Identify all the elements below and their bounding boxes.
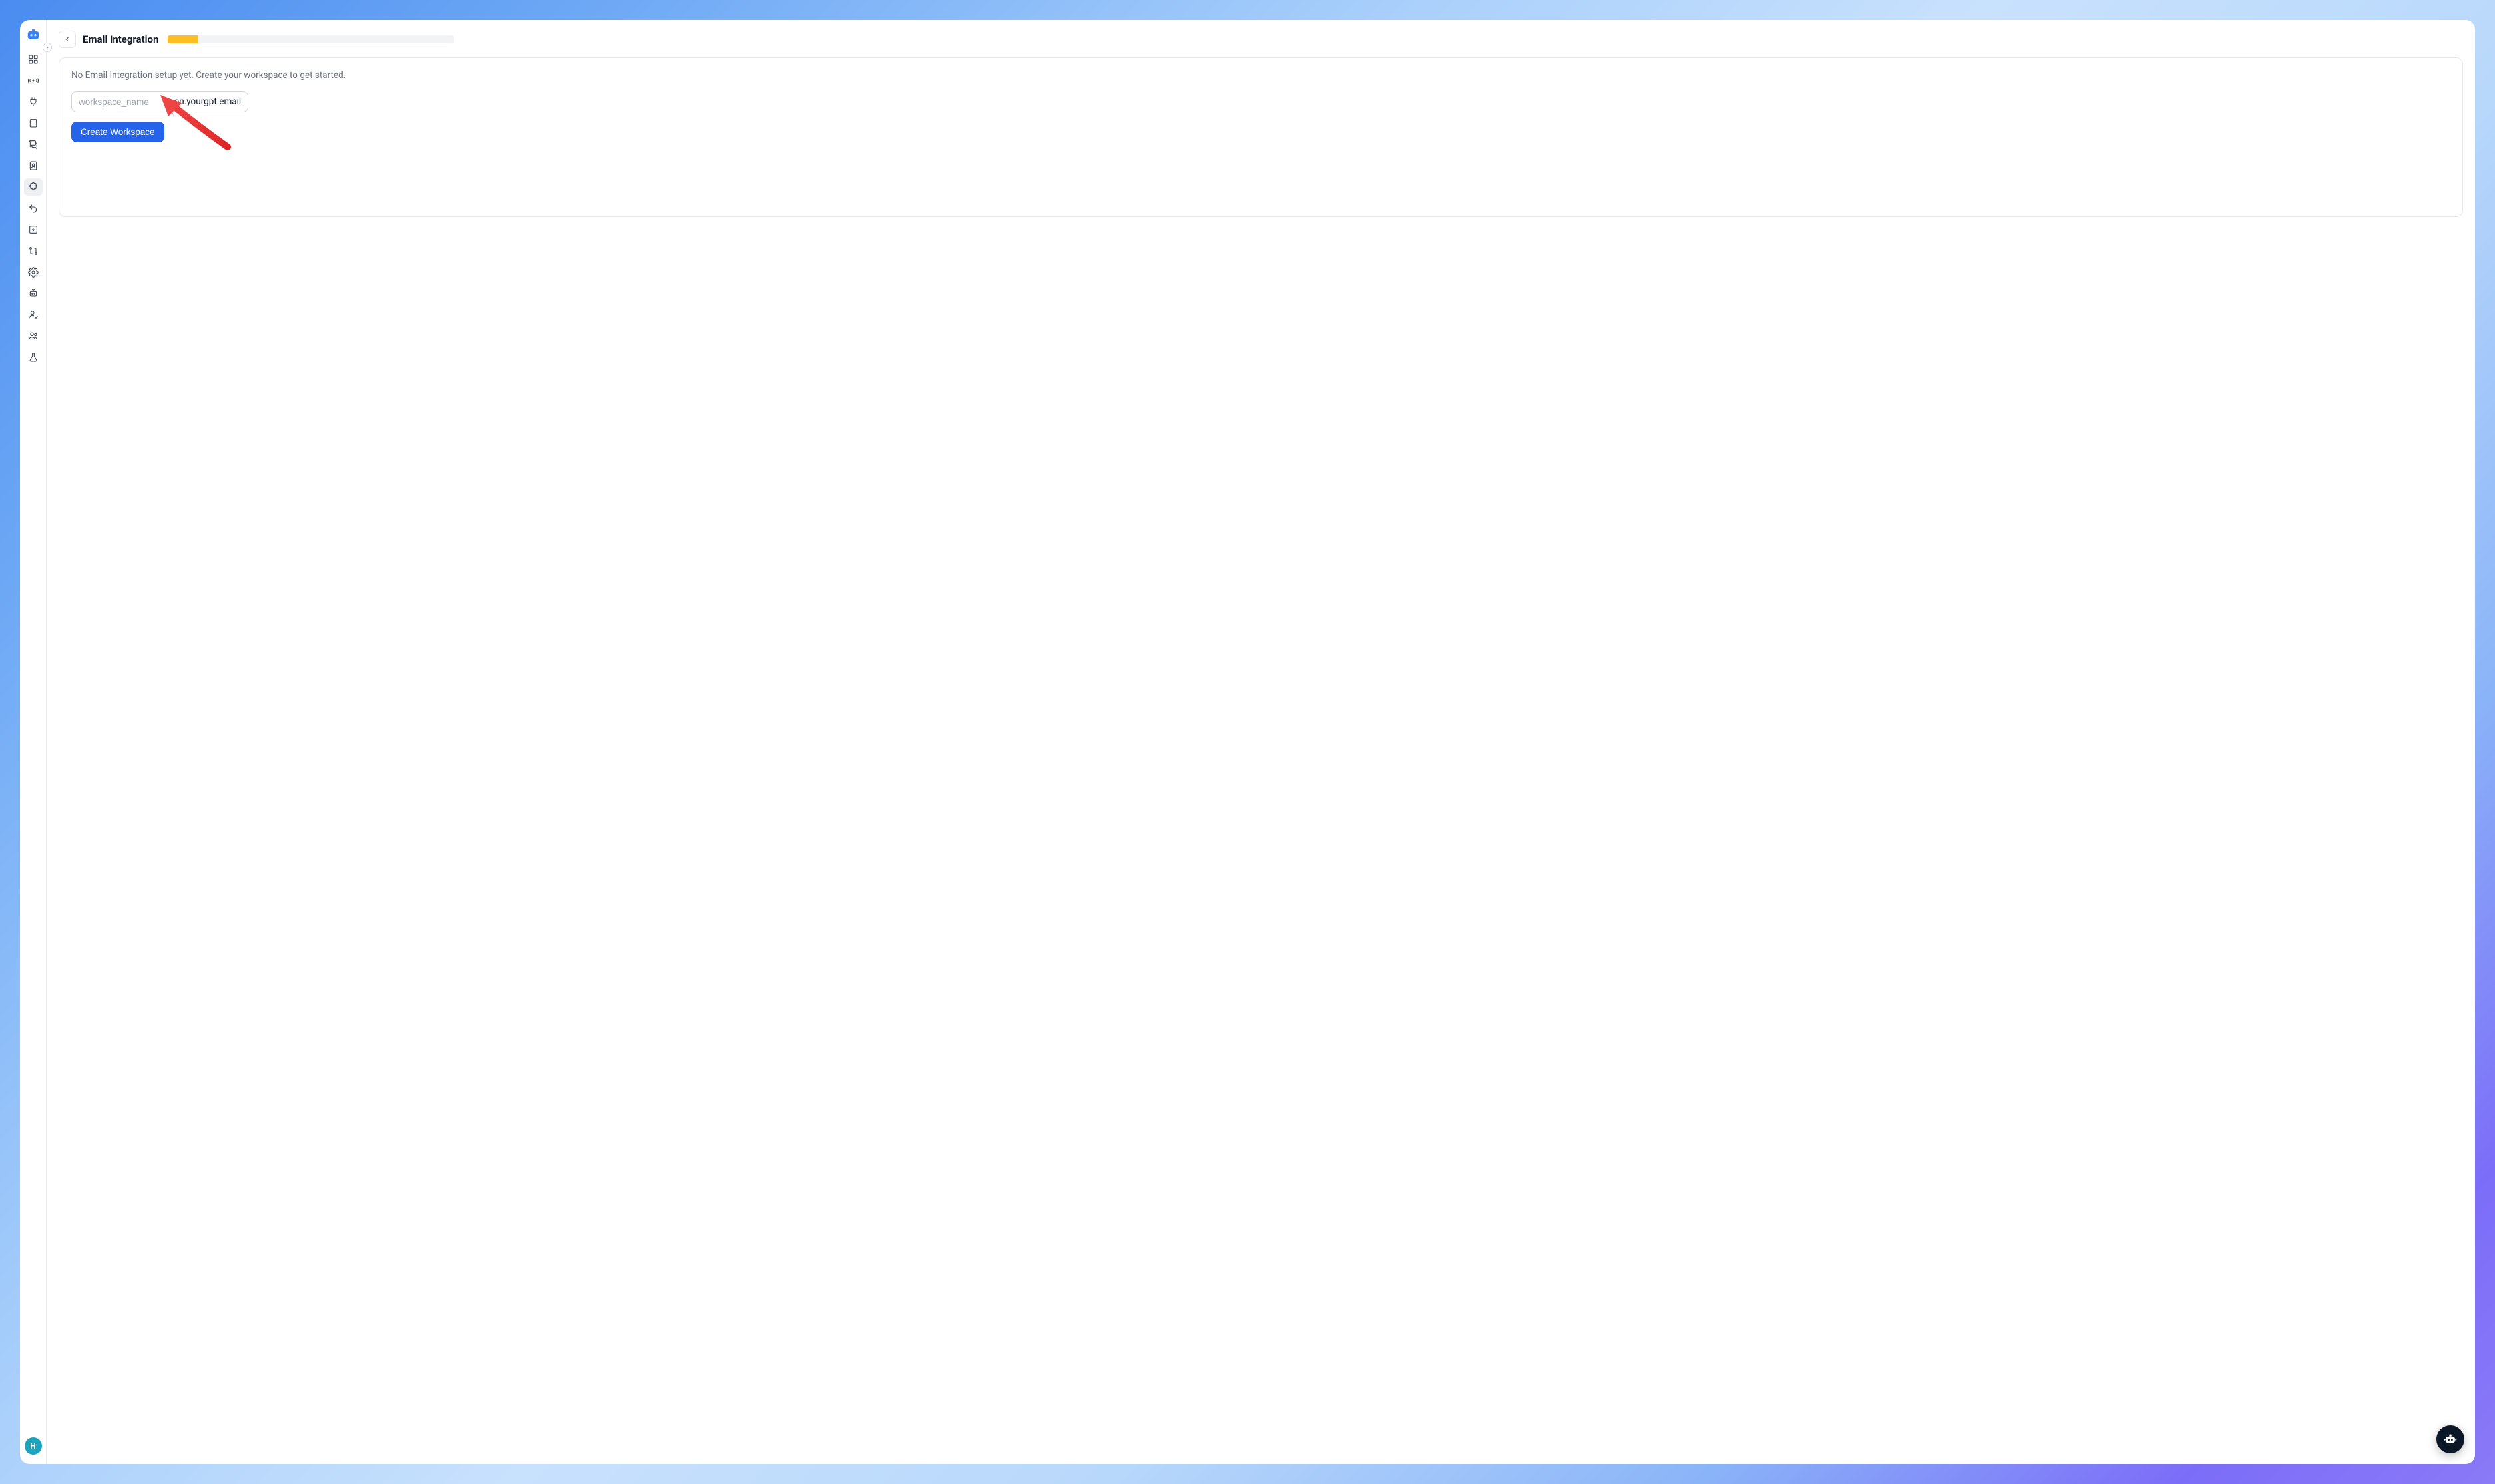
chevron-left-icon [63,35,71,43]
users-icon[interactable] [24,327,43,345]
contact-icon[interactable] [24,157,43,174]
page-header: Email Integration [59,31,2463,48]
sidebar: H [20,20,47,1464]
user-check-icon[interactable] [24,306,43,323]
chat-widget-button[interactable] [2436,1425,2464,1453]
workspace-domain-suffix: .on.yourgpt.email [165,92,248,112]
sidebar-collapse-toggle[interactable] [43,43,52,52]
plug-icon[interactable] [24,93,43,110]
bolt-icon[interactable] [24,221,43,238]
bot-icon[interactable] [24,285,43,302]
back-button[interactable] [59,31,76,48]
create-workspace-button[interactable]: Create Workspace [71,122,164,142]
broadcast-icon[interactable] [24,72,43,89]
chat-bot-icon [2443,1432,2458,1447]
undo-icon[interactable] [24,200,43,217]
setup-card: No Email Integration setup yet. Create y… [59,57,2463,217]
settings-icon[interactable] [24,264,43,281]
app-logo [25,27,41,43]
puzzle-icon[interactable] [24,178,43,196]
main-content: Email Integration No Email Integration s… [47,20,2475,1464]
workspace-name-input[interactable] [72,92,165,112]
setup-hint: No Email Integration setup yet. Create y… [71,70,2450,81]
dashboard-icon[interactable] [24,51,43,68]
git-compare-icon[interactable] [24,242,43,260]
page-title: Email Integration [83,33,158,45]
workspace-input-group: .on.yourgpt.email [71,91,248,112]
app-window: H Email Integration No Email Integration… [20,20,2475,1464]
book-icon[interactable] [24,114,43,132]
user-avatar[interactable]: H [25,1437,42,1455]
flask-icon[interactable] [24,349,43,366]
chat-icon[interactable] [24,136,43,153]
progress-bar [168,35,454,43]
progress-fill [168,35,198,43]
